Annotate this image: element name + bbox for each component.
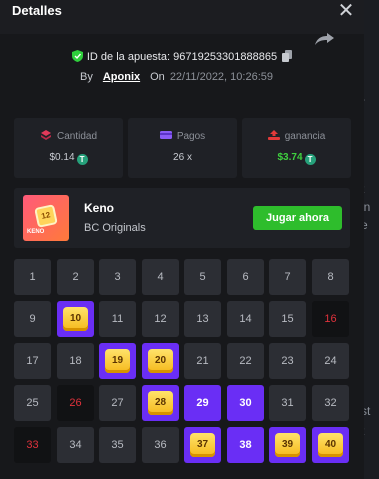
profit-icon — [267, 130, 280, 140]
keno-cell-6: 6 — [227, 259, 264, 295]
bet-id-value: 96719253301888865 — [173, 51, 278, 63]
keno-cell-10: 10 — [57, 301, 94, 337]
stat-value: $0.14 — [49, 152, 75, 163]
keno-cell-28: 28 — [142, 385, 179, 421]
on-label: On — [150, 71, 165, 83]
keno-cell-23: 23 — [269, 343, 306, 379]
keno-cell-11: 11 — [99, 301, 136, 337]
keno-thumbnail[interactable]: 12 KENO — [23, 195, 69, 241]
keno-cell-7: 7 — [269, 259, 306, 295]
bet-datetime: 22/11/2022, 10:26:59 — [169, 71, 273, 83]
stat-label: ganancia — [284, 131, 326, 142]
bet-details-modal: Detalles ✕ ID de la apuesta: 96719253301… — [0, 0, 364, 479]
keno-cell-34: 34 — [57, 427, 94, 463]
copy-icon[interactable] — [282, 50, 293, 62]
keno-cell-39: 39 — [269, 427, 306, 463]
bet-id-row: ID de la apuesta: 96719253301888865 — [0, 50, 364, 68]
keno-board: 1 2 3 4 5 6 7 8 9 10 11 12 13 14 15 16 17 18 19 20 21 22 23 24 2… — [14, 259, 351, 465]
keno-cell-22: 22 — [227, 343, 264, 379]
keno-gem-icon: 40 — [318, 433, 343, 457]
keno-cell-32: 32 — [312, 385, 349, 421]
keno-cell-12: 12 — [142, 301, 179, 337]
keno-cell-16: 16 — [312, 301, 349, 337]
keno-ball-icon: 12 — [34, 204, 58, 228]
keno-gem-icon: 28 — [148, 391, 173, 415]
keno-cell-19: 19 — [99, 343, 136, 379]
keno-cell-31: 31 — [269, 385, 306, 421]
tether-icon: T — [304, 154, 316, 165]
keno-cell-20: 20 — [142, 343, 179, 379]
coins-icon — [40, 130, 51, 140]
keno-cell-35: 35 — [99, 427, 136, 463]
modal-header: Detalles ✕ — [0, 0, 364, 34]
bet-meta-row: By Aponix On 22/11/2022, 10:26:59 — [80, 71, 273, 83]
keno-gem-icon: 37 — [190, 433, 215, 457]
game-card: 12 KENO Keno BC Originals Jugar ahora — [14, 188, 350, 248]
stat-amount: Cantidad $0.14 T — [14, 118, 123, 178]
game-name: Keno — [84, 201, 114, 215]
stat-value: $3.74 — [277, 152, 303, 163]
tether-icon: T — [76, 154, 88, 165]
bet-stats: Cantidad $0.14 T Pagos 26 x ganancia $3.7… — [14, 118, 351, 178]
thumbnail-label: KENO — [27, 229, 45, 235]
keno-gem-icon: 10 — [63, 307, 88, 331]
keno-cell-3: 3 — [99, 259, 136, 295]
game-provider: BC Originals — [84, 222, 146, 234]
stat-profit: ganancia $3.74 T — [242, 118, 351, 178]
keno-cell-29: 29 — [184, 385, 221, 421]
keno-cell-15: 15 — [269, 301, 306, 337]
keno-cell-1: 1 — [14, 259, 51, 295]
stat-payout: Pagos 26 x — [128, 118, 237, 178]
keno-gem-icon: 19 — [105, 349, 130, 373]
keno-cell-8: 8 — [312, 259, 349, 295]
keno-cell-5: 5 — [184, 259, 221, 295]
keno-cell-25: 25 — [14, 385, 51, 421]
shield-check-icon — [71, 50, 83, 62]
keno-gem-icon: 20 — [148, 349, 173, 373]
keno-cell-30: 30 — [227, 385, 264, 421]
keno-cell-14: 14 — [227, 301, 264, 337]
keno-cell-36: 36 — [142, 427, 179, 463]
bet-id-label: ID de la apuesta: — [86, 51, 171, 63]
by-label: By — [80, 71, 93, 83]
keno-cell-18: 18 — [57, 343, 94, 379]
keno-cell-13: 13 — [184, 301, 221, 337]
card-icon — [159, 131, 172, 139]
keno-cell-4: 4 — [142, 259, 179, 295]
stat-label: Cantidad — [56, 131, 98, 142]
keno-gem-icon: 39 — [275, 433, 300, 457]
share-icon[interactable] — [313, 32, 335, 46]
keno-cell-26: 26 — [57, 385, 94, 421]
keno-cell-40: 40 — [312, 427, 349, 463]
keno-cell-21: 21 — [184, 343, 221, 379]
keno-cell-33: 33 — [14, 427, 51, 463]
keno-cell-27: 27 — [99, 385, 136, 421]
modal-title: Detalles — [12, 3, 62, 18]
player-name-link[interactable]: Aponix — [103, 71, 140, 83]
keno-cell-37: 37 — [184, 427, 221, 463]
keno-cell-17: 17 — [14, 343, 51, 379]
close-icon[interactable]: ✕ — [336, 0, 356, 22]
play-now-button[interactable]: Jugar ahora — [253, 206, 342, 230]
keno-cell-24: 24 — [312, 343, 349, 379]
keno-cell-2: 2 — [57, 259, 94, 295]
stat-value: 26 x — [173, 152, 192, 163]
stat-label: Pagos — [176, 131, 206, 142]
keno-cell-9: 9 — [14, 301, 51, 337]
keno-cell-38: 38 — [227, 427, 264, 463]
